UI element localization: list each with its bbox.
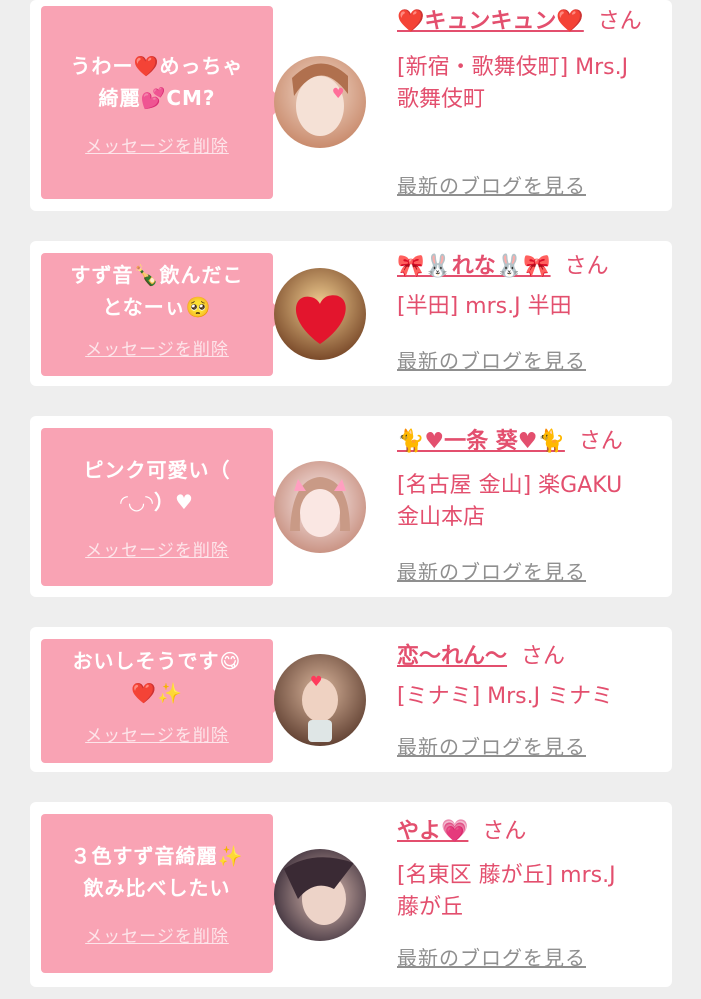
- message-card: ピンク可愛い（ ◜◡◝）♥ メッセージを削除 🐈♥一条 葵♥🐈 さん [名古屋 金…: [30, 416, 672, 597]
- profile-name-link[interactable]: 🐈♥一条 葵♥🐈: [397, 429, 565, 454]
- avatar[interactable]: ♥: [274, 654, 366, 746]
- profile-name-link[interactable]: 恋〜れん〜: [397, 644, 507, 669]
- shop-name: 金山本店: [397, 505, 486, 530]
- honorific: さん: [521, 644, 566, 669]
- delete-message-link[interactable]: メッセージを削除: [85, 335, 229, 360]
- latest-blog-link[interactable]: 最新のブログを見る: [397, 170, 586, 199]
- avatar-image: [274, 849, 366, 941]
- message-text-line: ３色すず音綺麗✨: [70, 844, 244, 868]
- message-card: すず音🍾飲んだこ となーぃ🥺 メッセージを削除 🎀🐰れな🐰🎀 さん [半田] mr…: [30, 241, 672, 386]
- profile-info: ❤️キュンキュン❤️ さん [新宿・歌舞伎町] Mrs.J 歌舞伎町: [397, 6, 667, 116]
- profile-name-link[interactable]: やよ💗: [397, 819, 468, 844]
- honorific: さん: [482, 819, 527, 844]
- message-bubble: ３色すず音綺麗✨ 飲み比べしたい メッセージを削除: [41, 814, 285, 973]
- message-text-line: ◜◡◝）♥: [120, 490, 194, 514]
- message-text-line: おいしそうです😋: [72, 649, 242, 673]
- message-text-line: となーぃ🥺: [102, 295, 212, 319]
- message-bubble: うわー❤️めっちゃ 綺麗💕CM? メッセージを削除: [41, 6, 285, 199]
- honorific: さん: [564, 254, 609, 279]
- delete-message-link[interactable]: メッセージを削除: [85, 922, 229, 947]
- message-card: うわー❤️めっちゃ 綺麗💕CM? メッセージを削除 ♥ ❤️キュンキュン❤️ さん…: [30, 0, 672, 211]
- shop-name: [名東区 藤が丘] mrs.J: [397, 863, 616, 888]
- profile-info: 恋〜れん〜 さん [ミナミ] Mrs.J ミナミ: [397, 641, 667, 713]
- message-card: ３色すず音綺麗✨ 飲み比べしたい メッセージを削除 やよ💗 さん [名東区 藤が丘…: [30, 802, 672, 987]
- shop-name: [名古屋 金山] 楽GAKU: [397, 473, 623, 498]
- avatar[interactable]: [274, 461, 366, 553]
- message-text-line: うわー❤️めっちゃ: [70, 54, 244, 78]
- message-text-line: すず音🍾飲んだこ: [70, 263, 244, 287]
- profile-info: やよ💗 さん [名東区 藤が丘] mrs.J 藤が丘: [397, 816, 667, 924]
- message-bubble: おいしそうです😋 ❤️✨ メッセージを削除: [41, 639, 285, 763]
- profile-name-link[interactable]: ❤️キュンキュン❤️: [397, 9, 584, 34]
- avatar[interactable]: ♥: [274, 56, 366, 148]
- shop-name: [半田] mrs.J 半田: [397, 294, 572, 319]
- latest-blog-link[interactable]: 最新のブログを見る: [397, 556, 586, 585]
- latest-blog-link[interactable]: 最新のブログを見る: [397, 731, 586, 760]
- honorific: さん: [597, 9, 642, 34]
- delete-message-link[interactable]: メッセージを削除: [85, 536, 229, 561]
- delete-message-link[interactable]: メッセージを削除: [85, 132, 229, 157]
- message-text-line: ❤️✨: [131, 681, 183, 705]
- heart-icon: ♥: [332, 86, 345, 102]
- message-card: おいしそうです😋 ❤️✨ メッセージを削除 ♥ 恋〜れん〜 さん [ミナミ] Mr…: [30, 627, 672, 772]
- latest-blog-link[interactable]: 最新のブログを見る: [397, 345, 586, 374]
- heart-icon: ♥: [310, 674, 323, 690]
- message-text-line: 綺麗💕CM?: [98, 86, 216, 110]
- avatar-image: ♥: [274, 56, 366, 148]
- shop-name: 藤が丘: [397, 895, 464, 920]
- profile-name-link[interactable]: 🎀🐰れな🐰🎀: [397, 254, 551, 279]
- profile-info: 🎀🐰れな🐰🎀 さん [半田] mrs.J 半田: [397, 251, 667, 323]
- message-text-line: 飲み比べしたい: [83, 876, 231, 900]
- shop-name: 歌舞伎町: [397, 87, 486, 112]
- shop-name: [ミナミ] Mrs.J ミナミ: [397, 684, 614, 709]
- latest-blog-link[interactable]: 最新のブログを見る: [397, 942, 586, 971]
- message-bubble: ピンク可愛い（ ◜◡◝）♥ メッセージを削除: [41, 428, 285, 586]
- avatar-image: [274, 461, 366, 553]
- avatar-image: ♥: [274, 654, 366, 746]
- message-text-line: ピンク可愛い（: [83, 458, 231, 482]
- profile-info: 🐈♥一条 葵♥🐈 さん [名古屋 金山] 楽GAKU 金山本店: [397, 426, 667, 534]
- message-list: うわー❤️めっちゃ 綺麗💕CM? メッセージを削除 ♥ ❤️キュンキュン❤️ さん…: [0, 0, 701, 999]
- avatar[interactable]: [274, 849, 366, 941]
- avatar-image: [274, 268, 366, 360]
- message-bubble: すず音🍾飲んだこ となーぃ🥺 メッセージを削除: [41, 253, 285, 376]
- honorific: さん: [578, 429, 623, 454]
- shop-name: [新宿・歌舞伎町] Mrs.J: [397, 55, 629, 80]
- avatar[interactable]: [274, 268, 366, 360]
- delete-message-link[interactable]: メッセージを削除: [85, 721, 229, 746]
